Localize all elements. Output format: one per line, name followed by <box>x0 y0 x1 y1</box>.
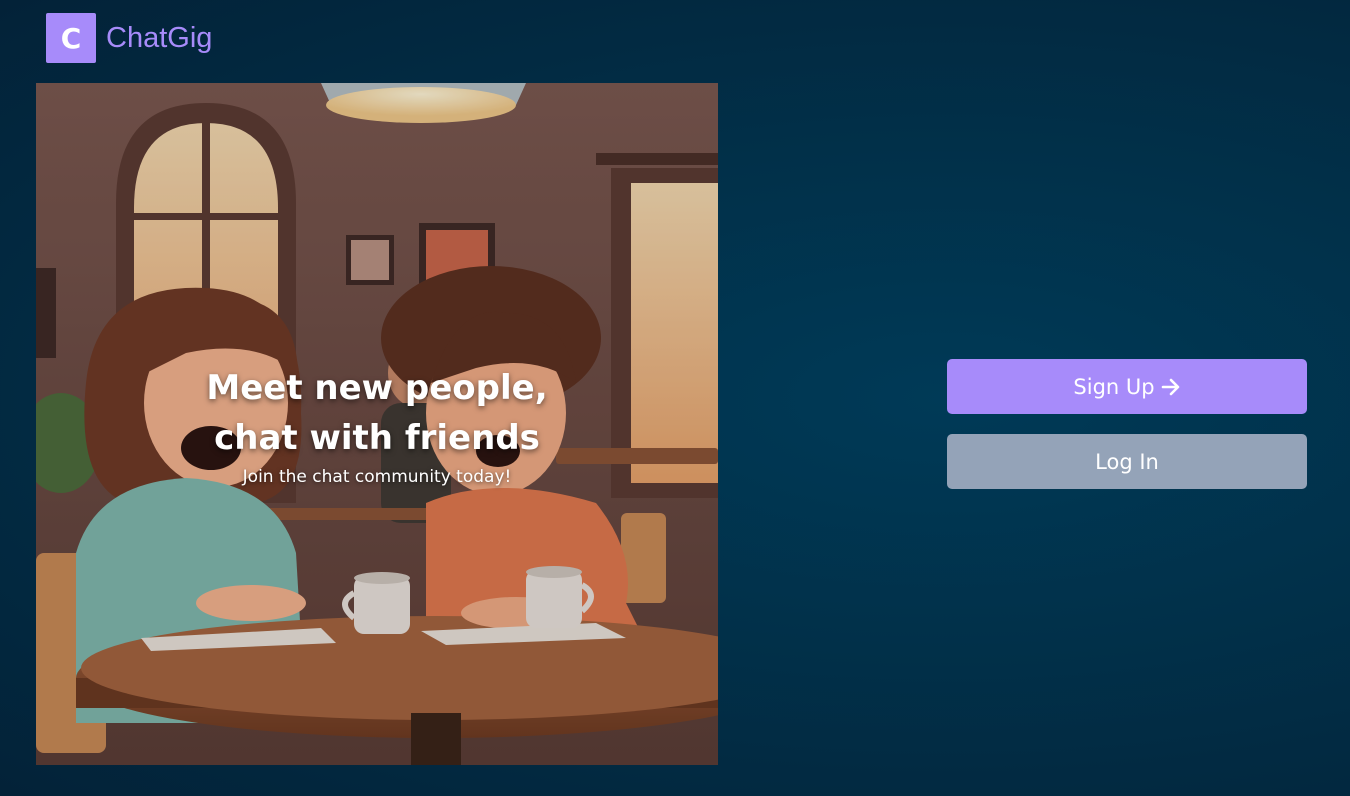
log-in-button[interactable]: Log In <box>947 434 1307 489</box>
logo-badge: C <box>46 13 96 63</box>
log-in-label: Log In <box>1095 449 1159 474</box>
app-name: ChatGig <box>106 21 213 54</box>
arrow-right-icon <box>1161 378 1179 395</box>
sign-up-button[interactable]: Sign Up <box>947 359 1307 414</box>
sign-up-label: Sign Up <box>1073 374 1155 399</box>
hero-title-line2: chat with friends <box>214 418 540 458</box>
app-logo[interactable]: C ChatGig <box>46 13 212 63</box>
hero-subtitle: Join the chat community today! <box>242 467 512 487</box>
hero-title-line1: Meet new people, <box>206 368 548 408</box>
hero-text: Meet new people, chat with friends Join … <box>36 363 718 491</box>
hero-image: Meet new people, chat with friends Join … <box>36 83 718 765</box>
